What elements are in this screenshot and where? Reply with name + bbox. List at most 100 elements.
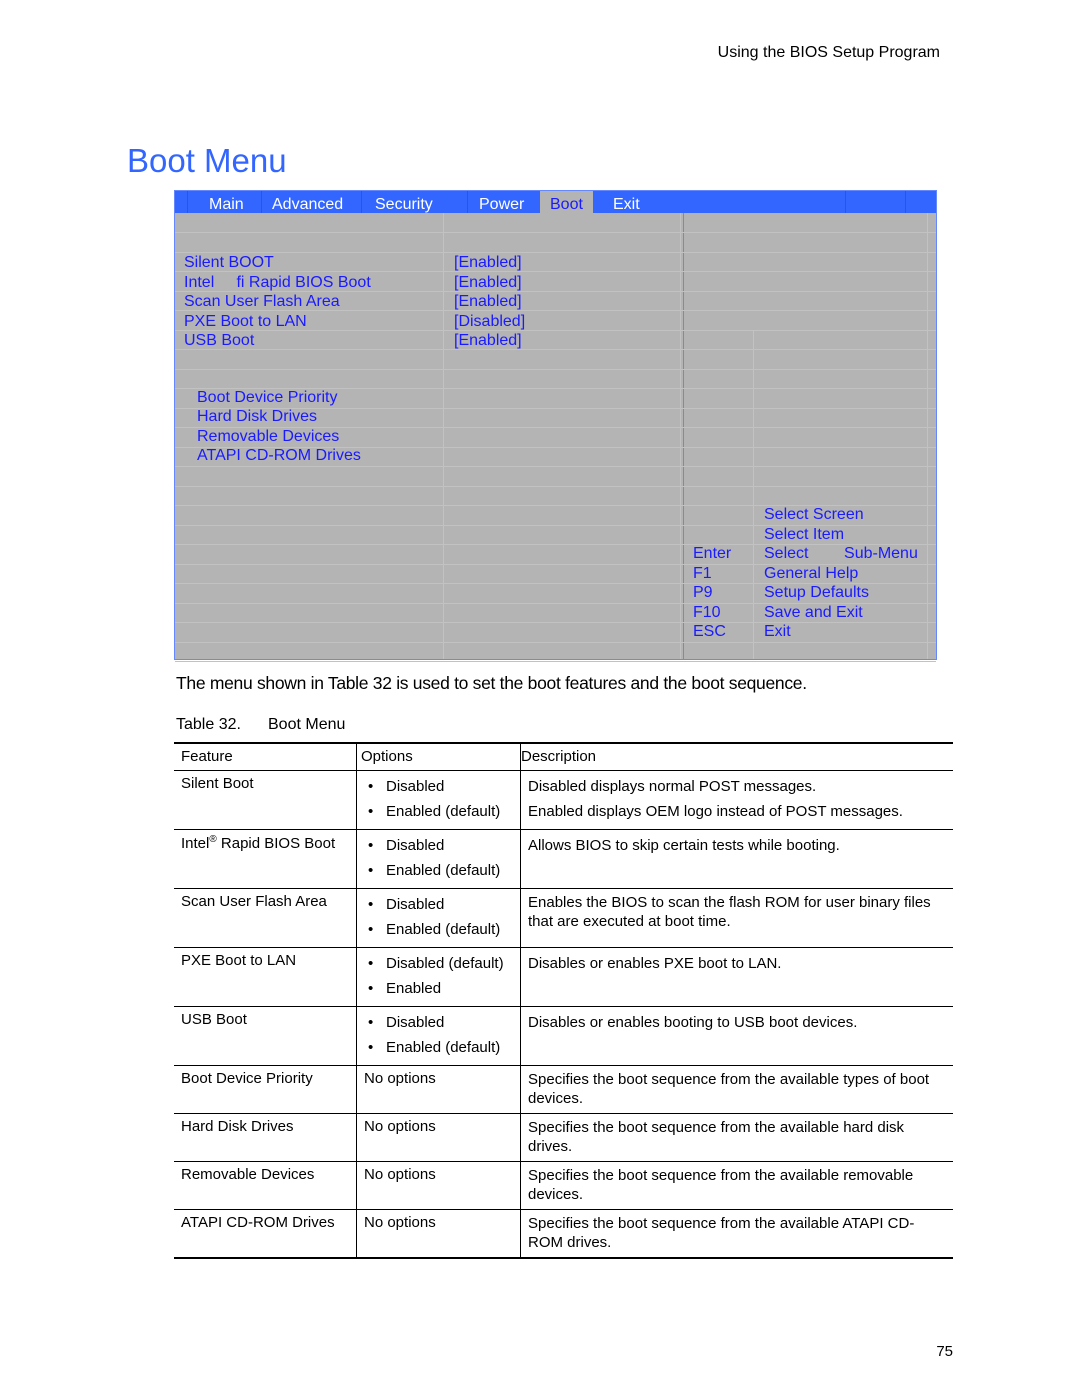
bios-screen: Main Advanced Security Power Boot Exit S… <box>174 190 937 662</box>
column-divider <box>927 213 928 659</box>
description-cell: Specifies the boot sequence from the ava… <box>520 1209 953 1258</box>
description-line: Enabled displays OEM logo instead of POS… <box>528 802 903 820</box>
tab-separator <box>905 191 906 213</box>
submenu-boot-device-priority[interactable]: Boot Device Priority <box>197 389 338 407</box>
table-title: Boot Menu <box>268 716 346 733</box>
table-header-row: Feature Options Description <box>174 743 953 771</box>
options-cell: No options <box>356 1209 521 1258</box>
feature-cell: PXE Boot to LAN <box>181 952 297 969</box>
options-cell: DisabledEnabled (default) <box>356 829 521 889</box>
option-item: Enabled (default) <box>364 859 513 884</box>
grid-row-line <box>175 349 936 350</box>
description-line: Disables or enables PXE boot to LAN. <box>528 955 782 972</box>
setting-silent-boot-value[interactable]: [Enabled] <box>454 254 522 272</box>
tab-separator <box>361 191 362 213</box>
description-cell: Enables the BIOS to scan the flash ROM f… <box>520 888 953 948</box>
table-caption: Table 32. Boot Menu <box>176 716 345 734</box>
setting-pxe-boot[interactable]: PXE Boot to LAN <box>184 313 307 331</box>
description-cell: Specifies the boot sequence from the ava… <box>520 1113 953 1162</box>
options-cell: DisabledEnabled (default) <box>356 888 521 948</box>
options-cell: DisabledEnabled (default) <box>356 770 521 830</box>
tab-separator <box>261 191 262 213</box>
setting-scan-user-flash[interactable]: Scan User Flash Area <box>184 293 340 311</box>
tab-main[interactable]: Main <box>209 191 244 213</box>
option-item: Disabled (default) <box>364 952 513 977</box>
grid-row-line <box>175 622 936 623</box>
feature-cell: ATAPI CD-ROM Drives <box>181 1214 335 1231</box>
feature-text: Rapid BIOS Boot <box>216 835 336 852</box>
feature-cell: Silent Boot <box>181 775 254 792</box>
description-cell: Disables or enables booting to USB boot … <box>520 1006 953 1066</box>
submenu-removable-devices[interactable]: Removable Devices <box>197 428 339 446</box>
setting-usb-boot[interactable]: USB Boot <box>184 332 254 350</box>
grid-row-line <box>175 271 936 272</box>
tab-separator <box>845 191 846 213</box>
option-item: Enabled (default) <box>364 918 513 943</box>
tab-separator <box>187 191 188 213</box>
option-item: Disabled <box>364 893 513 918</box>
feature-cell: Intel® Rapid BIOS Boot <box>174 830 357 889</box>
option-item: Enabled (default) <box>364 1036 513 1061</box>
feature-cell: Scan User Flash Area <box>181 893 327 910</box>
feature-cell: Hard Disk Drives <box>181 1118 294 1135</box>
tab-exit[interactable]: Exit <box>613 191 640 213</box>
table-row: Scan User Flash Area DisabledEnabled (de… <box>174 888 953 948</box>
header-description: Description <box>520 743 953 771</box>
table-row: USB Boot DisabledEnabled (default) Disab… <box>174 1006 953 1066</box>
help-setup-defaults: Setup Defaults <box>764 584 869 601</box>
help-exit: Exit <box>764 623 791 640</box>
grid-row-line <box>175 485 936 487</box>
bios-menu-bar: Main Advanced Security Power Boot Exit <box>175 191 936 213</box>
running-header: Using the BIOS Setup Program <box>717 44 940 61</box>
table-row: Hard Disk Drives No options Specifies th… <box>174 1113 953 1162</box>
registered-mark: ® <box>209 834 217 845</box>
grid-row-line <box>175 661 936 662</box>
description-line: Allows BIOS to skip certain tests while … <box>528 837 840 854</box>
help-general-help: General Help <box>764 565 859 582</box>
setting-rapid-bios-boot[interactable]: Intel fi Rapid BIOS Boot <box>184 274 371 292</box>
grid-row-line <box>175 232 936 233</box>
column-divider <box>753 331 754 659</box>
help-key-enter: Enter <box>693 545 732 562</box>
intro-paragraph: The menu shown in Table 32 is used to se… <box>176 673 807 693</box>
feature-cell: USB Boot <box>181 1011 247 1028</box>
option-item: Disabled <box>364 775 513 800</box>
description-line: Disables or enables booting to USB boot … <box>528 1014 858 1031</box>
option-item: Disabled <box>364 834 513 859</box>
tab-power[interactable]: Power <box>479 191 524 213</box>
description-cell: Specifies the boot sequence from the ava… <box>520 1161 953 1210</box>
setting-scan-user-flash-value[interactable]: [Enabled] <box>454 293 522 311</box>
setting-pxe-boot-value[interactable]: [Disabled] <box>454 313 525 331</box>
options-cell: No options <box>356 1065 521 1114</box>
help-select-screen: Select Screen <box>764 506 864 523</box>
submenu-hard-disk-drives[interactable]: Hard Disk Drives <box>197 408 317 426</box>
feature-cell: Removable Devices <box>181 1166 315 1183</box>
tab-security[interactable]: Security <box>375 191 433 213</box>
tab-advanced[interactable]: Advanced <box>272 191 343 213</box>
setting-rapid-bios-boot-value[interactable]: [Enabled] <box>454 274 522 292</box>
help-key-esc: ESC <box>693 623 726 640</box>
tab-separator <box>467 191 468 213</box>
setting-silent-boot[interactable]: Silent BOOT <box>184 254 274 272</box>
submenu-atapi-cdrom-drives[interactable]: ATAPI CD-ROM Drives <box>197 447 361 465</box>
setting-usb-boot-value[interactable]: [Enabled] <box>454 332 522 350</box>
grid-row-line <box>175 641 936 643</box>
help-key-f1: F1 <box>693 565 712 582</box>
options-cell: DisabledEnabled (default) <box>356 1006 521 1066</box>
options-cell: No options <box>356 1113 521 1162</box>
description-cell: Disables or enables PXE boot to LAN. <box>520 947 953 1007</box>
help-key-f10: F10 <box>693 604 721 621</box>
header-options: Options <box>356 743 521 771</box>
options-cell: Disabled (default)Enabled <box>356 947 521 1007</box>
tab-boot[interactable]: Boot <box>540 191 593 213</box>
option-item: Enabled (default) <box>364 800 513 825</box>
page-title: Boot Menu <box>127 142 287 179</box>
table-number: Table 32. <box>176 716 241 733</box>
bios-body: Silent BOOT [Enabled] Intel fi Rapid BIO… <box>175 213 936 662</box>
option-item: Enabled <box>364 977 513 1002</box>
description-cell: Allows BIOS to skip certain tests while … <box>520 829 953 889</box>
grid-row-line <box>175 368 936 370</box>
page-number: 75 <box>936 1343 953 1360</box>
help-select-submenu: Select Sub-Menu <box>764 545 918 562</box>
grid-row-line <box>175 251 936 253</box>
